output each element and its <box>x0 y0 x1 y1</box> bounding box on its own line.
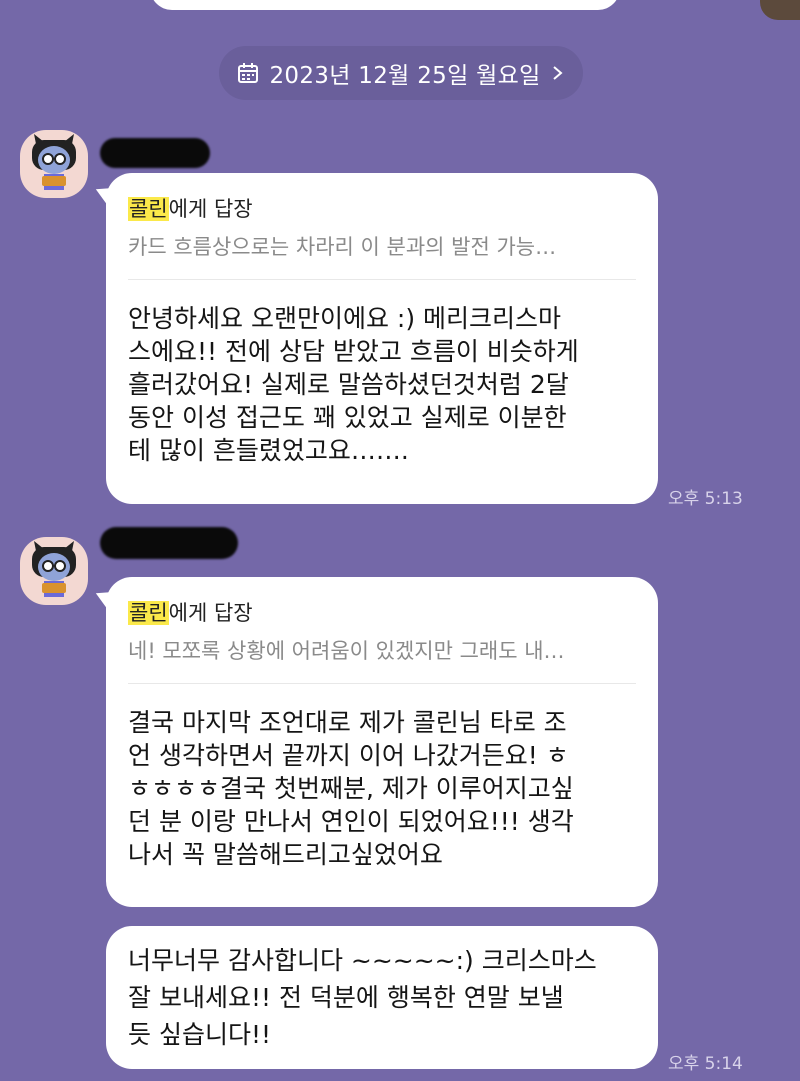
message-line: 흘러갔어요! 실제로 말씀하셨던것처럼 2달 <box>128 370 569 399</box>
message-time: 오후 5:14 <box>668 1054 743 1074</box>
date-label: 2023년 12월 25일 월요일 <box>269 63 541 89</box>
message-line: 안녕하세요 오랜만이에요 :) 메리크리스마 <box>128 304 562 333</box>
reply-target-name: 콜린 <box>128 197 169 221</box>
sender-name-redacted <box>100 527 238 559</box>
message-line: 스에요!! 전에 상담 받았고 흐름이 비슷하게 <box>128 337 579 366</box>
message-line: 잘 보내세요!! 전 덕분에 행복한 연말 보낼 <box>128 983 564 1012</box>
chevron-right-icon <box>552 66 563 80</box>
sender-avatar[interactable] <box>20 130 88 198</box>
message-line: 동안 이성 접근도 꽤 있었고 실제로 이분한 <box>128 403 567 432</box>
calendar-icon <box>238 63 259 83</box>
reply-target-name: 콜린 <box>128 601 169 625</box>
message-line: 듯 싶습니다!! <box>128 1020 271 1049</box>
reply-header: 콜린에게 답장 <box>128 193 636 223</box>
message-line: 테 많이 흔들렸었고요……. <box>128 436 409 465</box>
reply-divider <box>128 683 636 684</box>
message-line: 너무너무 감사합니다 ~~~~~:) 크리스마스 <box>128 946 597 975</box>
message-bubble[interactable]: 너무너무 감사합니다 ~~~~~:) 크리스마스 잘 보내세요!! 전 덕분에 … <box>106 926 658 1069</box>
reply-divider <box>128 279 636 280</box>
message-bubble[interactable]: 콜린에게 답장 네! 모쪼록 상황에 어려움이 있겠지만 그래도 내… 결국 마… <box>91 577 658 907</box>
date-divider[interactable]: 2023년 12월 25일 월요일 <box>219 46 583 100</box>
message-text: 결국 마지막 조언대로 제가 콜린님 타로 조 언 생각하면서 끝까지 이어 나… <box>128 706 636 871</box>
previous-message-bubble <box>150 0 620 10</box>
sender-avatar[interactable] <box>20 537 88 605</box>
sender-name-redacted <box>100 138 210 168</box>
message-line: ㅎㅎㅎㅎ결국 첫번째분, 제가 이루어지고싶 <box>128 774 574 803</box>
reply-preview[interactable]: 카드 흐름상으로는 차라리 이 분과의 발전 가능… <box>128 231 636 261</box>
message-line: 언 생각하면서 끝까지 이어 나갔거든요! ㅎ <box>128 741 569 770</box>
bubble-tail <box>91 180 117 206</box>
message-line: 던 분 이랑 만나서 연인이 되었어요!!! 생각 <box>128 807 574 836</box>
reply-header: 콜린에게 답장 <box>128 597 636 627</box>
message-time: 오후 5:13 <box>668 489 743 509</box>
message-text: 안녕하세요 오랜만이에요 :) 메리크리스마 스에요!! 전에 상담 받았고 흐… <box>128 302 636 467</box>
message-line: 결국 마지막 조언대로 제가 콜린님 타로 조 <box>128 708 567 737</box>
top-right-overlay <box>760 0 800 20</box>
reply-suffix: 에게 답장 <box>168 197 253 221</box>
reply-preview[interactable]: 네! 모쪼록 상황에 어려움이 있겠지만 그래도 내… <box>128 635 636 665</box>
bubble-tail <box>91 584 117 610</box>
message-text: 너무너무 감사합니다 ~~~~~:) 크리스마스 잘 보내세요!! 전 덕분에 … <box>128 942 636 1053</box>
message-bubble[interactable]: 콜린에게 답장 카드 흐름상으로는 차라리 이 분과의 발전 가능… 안녕하세요… <box>91 173 658 504</box>
reply-suffix: 에게 답장 <box>168 601 253 625</box>
message-line: 나서 꼭 말씀해드리고싶었어요 <box>128 840 443 869</box>
